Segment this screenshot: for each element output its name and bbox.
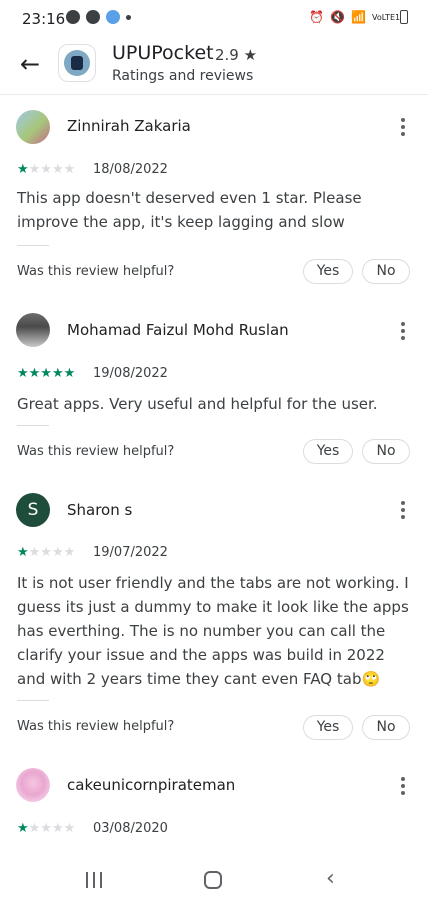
messenger-icon: [66, 10, 80, 24]
status-time: 23:16: [22, 10, 66, 28]
review-text: Great apps. Very useful and helpful for …: [17, 395, 378, 413]
mute-icon: 🔇: [330, 10, 346, 24]
alarm-icon: ⏰: [309, 10, 325, 24]
avatar: [16, 313, 50, 347]
star-rating: ★★★★★: [17, 162, 76, 177]
review-date: 19/08/2022: [93, 366, 168, 381]
avatar: S: [16, 493, 50, 527]
review-date: 03/08/2020: [93, 821, 168, 836]
shield-icon: [86, 10, 100, 24]
helpful-no-button[interactable]: No: [362, 439, 410, 464]
status-notification-icons: [66, 10, 131, 24]
avatar: [16, 768, 50, 802]
star-rating: ★★★★★: [17, 821, 76, 836]
status-bar: 23:16 ⏰ 🔇 📶 VoLTE1: [0, 0, 428, 38]
star-rating: ★★★★★: [17, 545, 76, 560]
header-divider: [0, 94, 428, 95]
review-separator: [17, 700, 49, 701]
upupocket-logo: [64, 50, 90, 76]
app-icon: [58, 44, 96, 82]
review-author: cakeunicornpirateman: [67, 776, 236, 794]
helpful-prompt: Was this review helpful?: [17, 444, 175, 459]
status-system-icons: ⏰ 🔇 📶 VoLTE1: [309, 10, 408, 24]
back-arrow-icon[interactable]: ←: [16, 50, 44, 78]
battery-icon: [400, 10, 408, 24]
nav-back-icon[interactable]: ‹: [326, 868, 335, 890]
system-nav-bar: ‹: [0, 858, 428, 903]
app-bar: ← UPUPocket 2.9 ★ Ratings and reviews: [0, 38, 428, 94]
helpful-no-button[interactable]: No: [362, 715, 410, 740]
review-separator: [17, 245, 49, 246]
more-notifications-icon: [126, 14, 131, 20]
helpful-yes-button[interactable]: Yes: [303, 439, 353, 464]
app-rating: 2.9 ★: [215, 46, 258, 64]
recents-icon[interactable]: [86, 872, 102, 888]
network-label: VoLTE1: [372, 12, 401, 22]
app-title: UPUPocket: [112, 42, 214, 64]
page-subtitle: Ratings and reviews: [112, 68, 254, 84]
more-options-icon[interactable]: [396, 499, 410, 521]
review-date: 18/08/2022: [93, 162, 168, 177]
app-notification-icon: [106, 10, 120, 24]
review-author: Zinnirah Zakaria: [67, 117, 191, 135]
review-separator: [17, 425, 49, 426]
wifi-icon: 📶: [351, 10, 366, 24]
avatar: [16, 110, 50, 144]
star-rating: ★★★★★: [17, 366, 76, 381]
more-options-icon[interactable]: [396, 320, 410, 342]
review-text: This app doesn't deserved even 1 star. P…: [17, 189, 362, 231]
review-date: 19/07/2022: [93, 545, 168, 560]
helpful-yes-button[interactable]: Yes: [303, 715, 353, 740]
home-icon[interactable]: [204, 871, 222, 889]
helpful-prompt: Was this review helpful?: [17, 719, 175, 734]
helpful-no-button[interactable]: No: [362, 259, 410, 284]
review-author: Mohamad Faizul Mohd Ruslan: [67, 321, 289, 339]
review-text: It is not user friendly and the tabs are…: [17, 574, 409, 688]
more-options-icon[interactable]: [396, 775, 410, 797]
helpful-yes-button[interactable]: Yes: [303, 259, 353, 284]
review-author: Sharon s: [67, 501, 133, 519]
helpful-prompt: Was this review helpful?: [17, 264, 175, 279]
more-options-icon[interactable]: [396, 116, 410, 138]
